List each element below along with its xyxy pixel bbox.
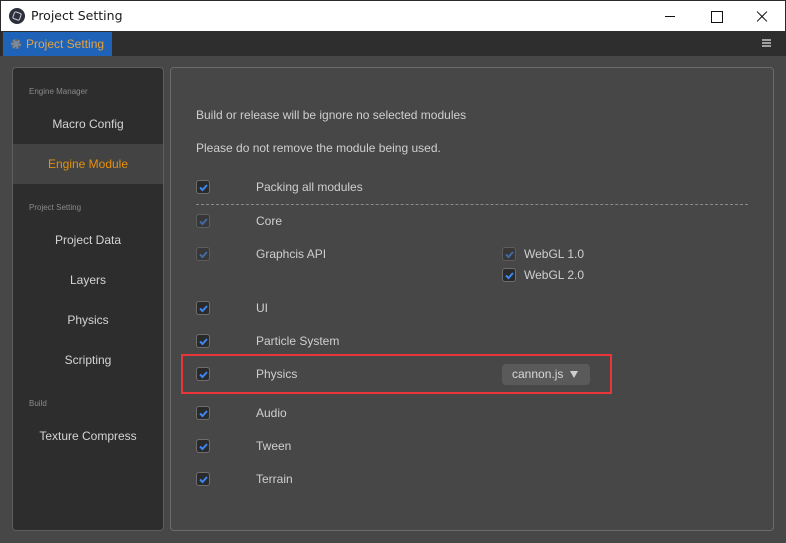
module-row-tween: Tween [171,437,771,457]
tab-project-setting[interactable]: Project Setting [3,32,112,56]
tab-label: Project Setting [26,37,105,51]
sidebar-group-build: Build [29,399,47,408]
sidebar-item-scripting[interactable]: Scripting [13,340,163,380]
module-label: Tween [256,439,292,453]
core-checkbox [196,214,210,228]
module-row-particle-system: Particle System [171,332,771,352]
module-label: UI [256,301,268,315]
checkmark-icon [199,218,208,226]
gear-icon [11,39,21,49]
tween-checkbox[interactable] [196,439,210,453]
module-row-audio: Audio [171,404,771,424]
webgl1-checkbox [502,247,516,261]
webgl1-label: WebGL 1.0 [524,247,585,261]
sidebar-item-texture-compress[interactable]: Texture Compress [13,416,163,456]
module-row-terrain: Terrain [171,470,771,490]
ui-checkbox[interactable] [196,301,210,315]
sidebar-item-project-data[interactable]: Project Data [13,220,163,260]
audio-checkbox[interactable] [196,406,210,420]
checkmark-icon [199,251,208,259]
panel-tab-bar: Project Setting [0,31,786,56]
packing-all-label: Packing all modules [256,180,363,194]
section-divider [196,204,748,205]
minimize-button[interactable] [647,1,693,31]
module-label: Audio [256,406,287,420]
sidebar-item-physics[interactable]: Physics [13,300,163,340]
engine-module-panel: Build or release will be ignore no selec… [170,67,774,531]
module-label: Terrain [256,472,293,486]
close-button[interactable] [739,1,785,31]
sidebar-item-engine-module[interactable]: Engine Module [13,144,163,184]
checkmark-icon [199,184,208,192]
module-row-core: Core [171,212,771,232]
module-row-ui: UI [171,299,771,319]
app-logo-icon [9,8,25,24]
sidebar: Engine Manager Macro Config Engine Modul… [12,67,164,531]
window-title: Project Setting [31,8,123,23]
physics-highlight-box [181,354,612,394]
sidebar-item-layers[interactable]: Layers [13,260,163,300]
checkmark-icon [505,272,514,280]
checkmark-icon [199,476,208,484]
module-label: Particle System [256,334,340,348]
module-label: Core [256,214,283,228]
checkmark-icon [199,410,208,418]
warning-note: Please do not remove the module being us… [196,141,441,155]
hamburger-menu-icon[interactable] [762,39,771,47]
maximize-button[interactable] [693,1,739,31]
module-row-graphics-api: Graphcis API WebGL 1.0 WebGL 2.0 [171,245,771,282]
info-note: Build or release will be ignore no selec… [196,108,467,122]
checkmark-icon [199,338,208,346]
sidebar-item-macro-config[interactable]: Macro Config [13,104,163,144]
webgl2-label: WebGL 2.0 [524,268,585,282]
checkmark-icon [199,305,208,313]
sidebar-group-project-setting: Project Setting [29,203,82,212]
webgl2-checkbox[interactable] [502,268,516,282]
terrain-checkbox[interactable] [196,472,210,486]
checkmark-icon [199,443,208,451]
module-label: Graphcis API [256,247,327,261]
particle-system-checkbox[interactable] [196,334,210,348]
webgl1-option: WebGL 1.0 [502,245,622,265]
title-bar: Project Setting [0,0,786,31]
graphics-api-checkbox [196,247,210,261]
webgl2-option: WebGL 2.0 [502,266,622,286]
packing-all-row: Packing all modules [171,178,771,198]
checkmark-icon [505,251,514,259]
packing-all-checkbox[interactable] [196,180,210,194]
sidebar-group-engine-manager: Engine Manager [29,87,88,96]
